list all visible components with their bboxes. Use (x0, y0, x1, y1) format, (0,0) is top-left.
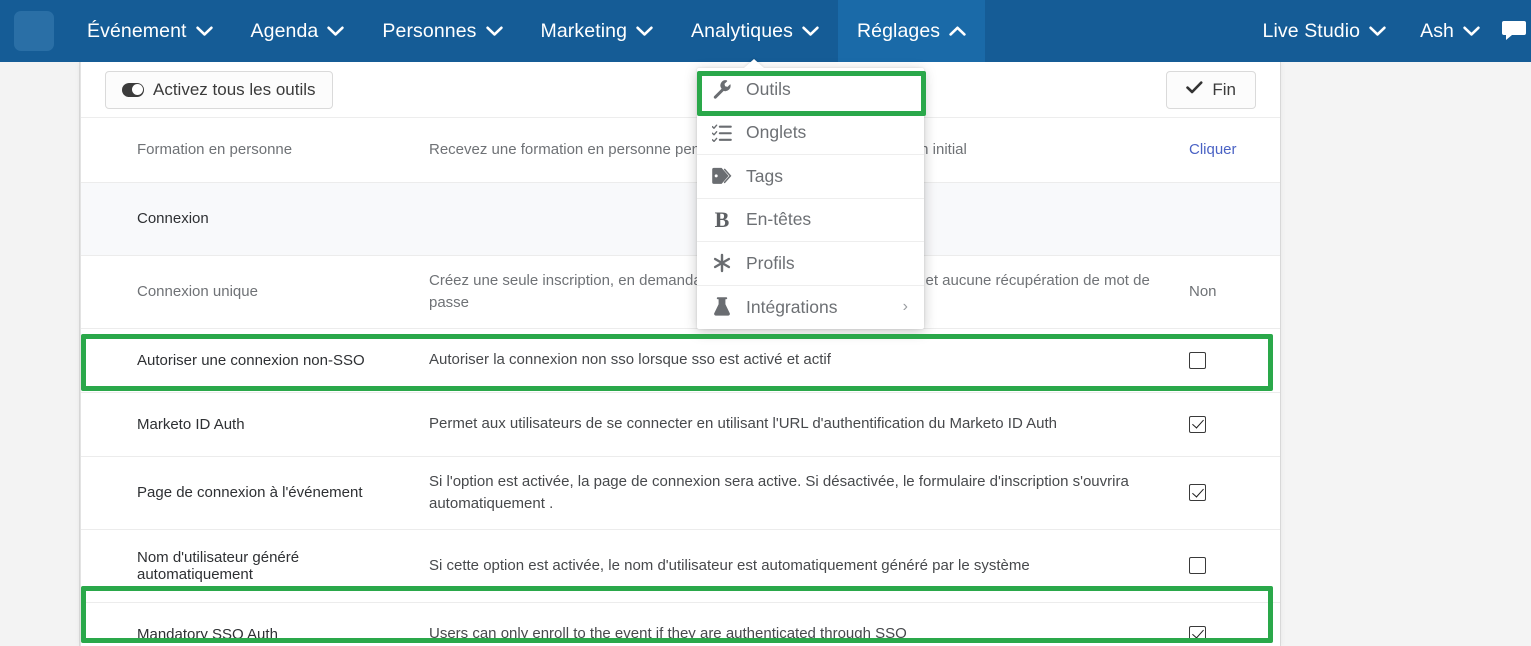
row-value: Non (1189, 283, 1217, 300)
chevron-down-icon (485, 26, 503, 37)
menu-item-onglets[interactable]: Onglets (697, 112, 924, 155)
row-name: Marketo ID Auth (137, 415, 245, 433)
asterisk-icon (711, 253, 733, 273)
menu-item-profils[interactable]: Profils (697, 242, 924, 286)
reglages-dropdown-menu: Outils Onglets Tags B En-têtes Profils I… (697, 68, 924, 329)
tag-icon (711, 167, 733, 185)
flask-icon (711, 297, 733, 317)
right-gutter (1281, 62, 1531, 646)
row-checkbox[interactable] (1189, 557, 1206, 575)
nav-item-label: Personnes (382, 19, 477, 42)
nav-item-personnes[interactable]: Personnes (363, 0, 521, 62)
row-autoriser-une-connexion-non-sso[interactable]: Autoriser une connexion non-SSO Autorise… (81, 328, 1280, 393)
nav-item-label: Ash (1420, 19, 1454, 42)
chevron-down-icon (802, 26, 819, 37)
primary-nav-items: Événement Agenda Personnes Marketing Ana… (68, 0, 986, 62)
row-name: Nom d'utilisateur généré automatiquement (137, 548, 300, 583)
done-label: Fin (1212, 79, 1236, 99)
wrench-icon (711, 79, 733, 99)
row-checkbox[interactable] (1189, 415, 1206, 433)
nav-item-label: Marketing (540, 19, 628, 42)
app-root: Événement Agenda Personnes Marketing Ana… (0, 0, 1531, 646)
menu-item-tags[interactable]: Tags (697, 155, 924, 199)
chevron-right-icon: › (902, 298, 908, 316)
row-description: Users can only enroll to the event if th… (429, 625, 907, 643)
enable-all-tools-label: Activez tous les outils (153, 79, 316, 99)
nav-item-agenda[interactable]: Agenda (232, 0, 364, 62)
nav-item-marketing[interactable]: Marketing (522, 0, 673, 62)
top-navigation-bar: Événement Agenda Personnes Marketing Ana… (0, 0, 1531, 62)
nav-item-label: Analytiques (691, 19, 793, 42)
enable-all-tools-button[interactable]: Activez tous les outils (105, 70, 333, 109)
list-icon (711, 124, 733, 142)
chevron-down-icon (195, 26, 213, 37)
table-row[interactable]: Connexion unique Créez une seule inscrip… (81, 255, 1280, 329)
menu-item-outils[interactable]: Outils (697, 68, 924, 112)
menu-item-label: Intégrations (746, 296, 838, 317)
row-description: Autoriser la connexion non sso lorsque s… (429, 351, 831, 369)
secondary-nav-items: Live Studio Ash (1246, 0, 1531, 62)
menu-item-en-tetes[interactable]: B En-têtes (697, 199, 924, 242)
chevron-down-icon (1369, 26, 1386, 37)
menu-item-label: Onglets (746, 122, 807, 143)
table-section-row: Connexion (81, 182, 1280, 256)
nav-item-label: Agenda (250, 19, 319, 42)
row-mandatory-sso-auth[interactable]: Mandatory SSO Auth Users can only enroll… (81, 602, 1280, 646)
menu-item-label: Tags (746, 165, 783, 186)
row-name: Mandatory SSO Auth (137, 625, 278, 643)
row-name: Connexion unique (137, 283, 258, 300)
left-gutter (0, 62, 80, 646)
row-description: Si cette option est activée, le nom d'ut… (429, 556, 1030, 574)
table-row[interactable]: Formation en personne Recevez une format… (81, 118, 1280, 183)
settings-panel: Activez tous les outils Fin Formation en… (80, 62, 1281, 646)
app-logo[interactable] (0, 0, 68, 62)
nav-item-user-menu[interactable]: Ash (1403, 0, 1497, 62)
nav-item-live-studio[interactable]: Live Studio (1246, 0, 1404, 62)
row-marketo-id-auth[interactable]: Marketo ID Auth Permet aux utilisateurs … (81, 392, 1280, 457)
row-nom-d-utilisateur-genere-automatiquement[interactable]: Nom d'utilisateur généré automatiquement… (81, 529, 1280, 603)
row-name: Page de connexion à l'événement (137, 484, 363, 501)
app-logo-square (14, 11, 54, 51)
chevron-down-icon (1463, 26, 1480, 37)
toggle-switch-icon (122, 82, 144, 97)
chat-bubble-icon[interactable] (1497, 0, 1531, 62)
menu-item-label: En-têtes (746, 209, 812, 230)
bold-b-icon: B (714, 206, 730, 232)
checkmark-icon (1186, 81, 1203, 98)
row-checkbox[interactable] (1189, 625, 1206, 643)
chevron-down-icon (327, 26, 345, 37)
row-checkbox[interactable] (1189, 351, 1206, 369)
menu-item-label: Profils (746, 252, 795, 273)
row-name: Formation en personne (137, 141, 293, 159)
row-checkbox[interactable] (1189, 484, 1206, 502)
nav-item-label: Réglages (856, 19, 941, 42)
row-description: Si l'option est activée, la page de conn… (429, 473, 1129, 512)
row-name: Autoriser une connexion non-SSO (137, 351, 365, 369)
nav-item-evenement[interactable]: Événement (68, 0, 232, 62)
done-button[interactable]: Fin (1166, 70, 1256, 109)
nav-item-label: Live Studio (1262, 19, 1361, 42)
nav-item-reglages[interactable]: Réglages (837, 0, 986, 62)
chevron-up-icon (949, 26, 966, 37)
settings-table: Formation en personne Recevez une format… (81, 118, 1280, 646)
menu-item-integrations[interactable]: Intégrations › (697, 286, 924, 330)
section-title: Connexion (137, 210, 209, 227)
row-description: Permet aux utilisateurs de se connecter … (429, 415, 1058, 433)
nav-item-analytiques[interactable]: Analytiques (672, 0, 838, 62)
chevron-down-icon (636, 26, 653, 37)
nav-item-label: Événement (87, 19, 187, 42)
panel-toolbar: Activez tous les outils Fin (81, 62, 1280, 118)
row-action-link[interactable]: Cliquer (1189, 141, 1237, 158)
menu-item-label: Outils (746, 78, 791, 99)
row-page-de-connexion-a-l-evenement[interactable]: Page de connexion à l'événement Si l'opt… (81, 456, 1280, 530)
